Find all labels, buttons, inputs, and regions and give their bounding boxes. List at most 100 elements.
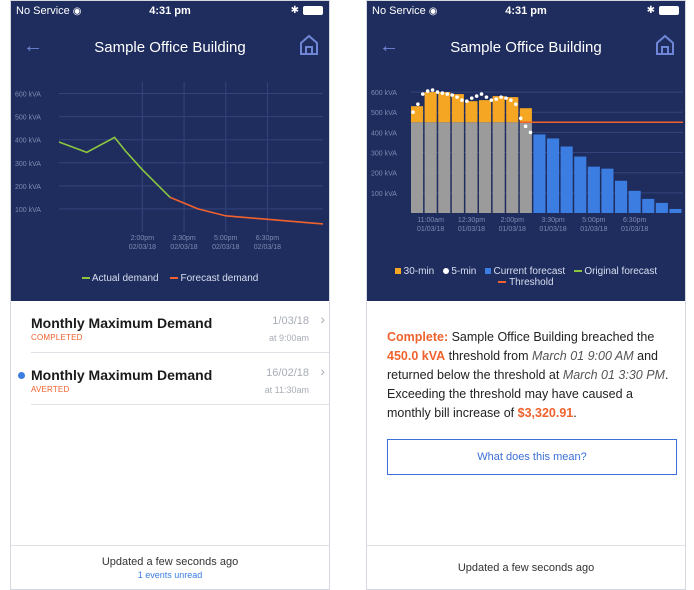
bluetooth-icon: ✱ xyxy=(646,5,655,16)
legend-actual-label: Actual demand xyxy=(91,273,159,284)
bar-current-forecast xyxy=(642,198,655,213)
bar-30min-under xyxy=(479,122,492,213)
bar-30min-over xyxy=(438,92,451,123)
x-tick-label: 2:00pm xyxy=(131,235,155,242)
five-min-dot xyxy=(440,91,445,95)
home-icon[interactable] xyxy=(655,34,675,61)
bar-current-forecast xyxy=(615,180,628,213)
legend-original-label: Original forecast xyxy=(584,266,658,277)
bar-30min-over xyxy=(424,92,437,123)
x-tick-label: 2:00pm xyxy=(501,217,525,224)
event-row[interactable]: Monthly Maximum Demand AVERTED 16/02/18 … xyxy=(18,353,329,405)
chart-legend: 30-min 5-min Current forecast Original f… xyxy=(367,266,685,288)
x-tick-label: 11:00am xyxy=(417,217,444,224)
legend-forecast-label: Forecast demand xyxy=(180,273,259,284)
x-tick-date: 02/03/18 xyxy=(212,244,239,251)
five-min-dot xyxy=(455,95,459,99)
clock: 4:31 pm xyxy=(149,5,191,17)
event-summary: Complete: Sample Office Building breache… xyxy=(387,328,677,423)
chart-legend: Actual demand Forecast demand xyxy=(11,273,329,284)
home-icon[interactable] xyxy=(299,34,319,61)
bar-30min-over xyxy=(465,101,478,123)
legend-swatch-actual xyxy=(81,277,90,280)
event-detail-screen: No Service ◉ 4:31 pm ✱ ← Sample Office Bu… xyxy=(366,0,686,590)
x-tick-label: 6:30pm xyxy=(623,217,647,224)
from-time: March 01 9:00 AM xyxy=(532,349,634,363)
event-status: COMPLETED xyxy=(31,333,83,342)
updated-text: Updated a few seconds ago xyxy=(101,556,239,568)
unread-count-link[interactable]: 1 events unread xyxy=(11,570,329,580)
y-tick-label: 300 kVA xyxy=(15,161,41,168)
bar-30min-under xyxy=(438,122,451,213)
five-min-dot xyxy=(518,116,523,121)
nav-bar: ← Sample Office Building xyxy=(367,29,685,69)
footer: Updated a few seconds ago 1 events unrea… xyxy=(11,545,329,589)
bar-current-forecast xyxy=(655,202,668,213)
legend-swatch-forecast xyxy=(169,277,178,280)
five-min-dot xyxy=(450,93,454,97)
to-time: March 01 3:30 PM xyxy=(562,368,665,382)
event-title: Monthly Maximum Demand xyxy=(31,367,213,383)
legend-swatch-current xyxy=(484,268,491,275)
bar-30min-over xyxy=(519,108,532,123)
five-min-dot xyxy=(416,102,420,106)
bar-30min-under xyxy=(465,122,478,213)
threshold-value: 450.0 kVA xyxy=(387,349,446,363)
clock: 4:31 pm xyxy=(505,5,547,17)
events-screen: No Service ◉ 4:31 pm ✱ ← Sample Office Bu… xyxy=(10,0,330,590)
event-date: 16/02/18 xyxy=(266,367,309,379)
five-min-dot xyxy=(460,98,464,102)
legend-swatch-original xyxy=(573,270,582,273)
five-min-dot xyxy=(420,92,425,96)
legend-30min-label: 30-min xyxy=(403,266,435,277)
x-tick-date: 01/03/18 xyxy=(499,226,526,233)
five-min-dot xyxy=(445,92,450,96)
y-tick-label: 500 kVA xyxy=(371,110,397,117)
legend-5min-label: 5-min xyxy=(451,266,477,277)
actual-demand-line xyxy=(58,136,171,198)
legend-swatch-30min xyxy=(394,268,401,275)
five-min-dot xyxy=(411,110,415,115)
y-tick-label: 100 kVA xyxy=(371,191,397,198)
event-date: 1/03/18 xyxy=(272,315,309,327)
five-min-dot xyxy=(514,102,518,106)
demand-line-chart: 600 kVA 500 kVA 400 kVA 300 kVA 200 kVA 100 k… xyxy=(15,82,324,251)
bar-30min-under xyxy=(519,122,532,213)
y-tick-label: 100 kVA xyxy=(15,207,41,214)
five-min-dot xyxy=(474,94,479,98)
updated-text: Updated a few seconds ago xyxy=(457,562,595,574)
five-min-dot xyxy=(528,130,533,135)
x-tick-label: 5:00pm xyxy=(582,217,606,224)
y-tick-label: 200 kVA xyxy=(15,184,41,191)
five-min-dot xyxy=(435,90,440,94)
x-tick-date: 01/03/18 xyxy=(580,226,607,233)
x-tick-label: 12:30pm xyxy=(458,217,485,224)
bar-current-forecast xyxy=(601,168,614,213)
x-tick-label: 3:30pm xyxy=(172,235,196,242)
bar-current-forecast xyxy=(574,156,587,213)
x-tick-date: 02/03/18 xyxy=(170,244,197,251)
five-min-dot xyxy=(504,96,508,100)
bar-30min-over xyxy=(411,106,424,123)
bill-increase-amount: $3,320.91 xyxy=(517,406,574,420)
y-tick-label: 600 kVA xyxy=(15,92,41,99)
five-min-dot xyxy=(469,96,474,100)
y-tick-label: 600 kVA xyxy=(371,90,397,97)
events-list: Monthly Maximum Demand COMPLETED 1/03/18… xyxy=(11,301,329,405)
summary-text: . xyxy=(573,406,577,420)
nav-bar: ← Sample Office Building xyxy=(11,29,329,69)
unread-dot-icon xyxy=(18,372,25,379)
page-title: Sample Office Building xyxy=(450,39,602,56)
event-status: AVERTED xyxy=(31,385,70,394)
battery-icon xyxy=(659,5,679,15)
bar-30min-over xyxy=(492,96,505,123)
status-bar: No Service ◉ 4:31 pm ✱ xyxy=(367,1,685,23)
bar-current-forecast xyxy=(587,166,600,213)
x-tick-date: 01/03/18 xyxy=(417,226,444,233)
chevron-right-icon: › xyxy=(320,311,325,327)
header-panel: No Service ◉ 4:31 pm ✱ ← Sample Office Bu… xyxy=(367,1,685,301)
status-bar: No Service ◉ 4:31 pm ✱ xyxy=(11,1,329,23)
event-row[interactable]: Monthly Maximum Demand COMPLETED 1/03/18… xyxy=(31,301,329,353)
event-time: at 9:00am xyxy=(268,333,309,343)
what-does-this-mean-button[interactable]: What does this mean? xyxy=(387,439,677,475)
